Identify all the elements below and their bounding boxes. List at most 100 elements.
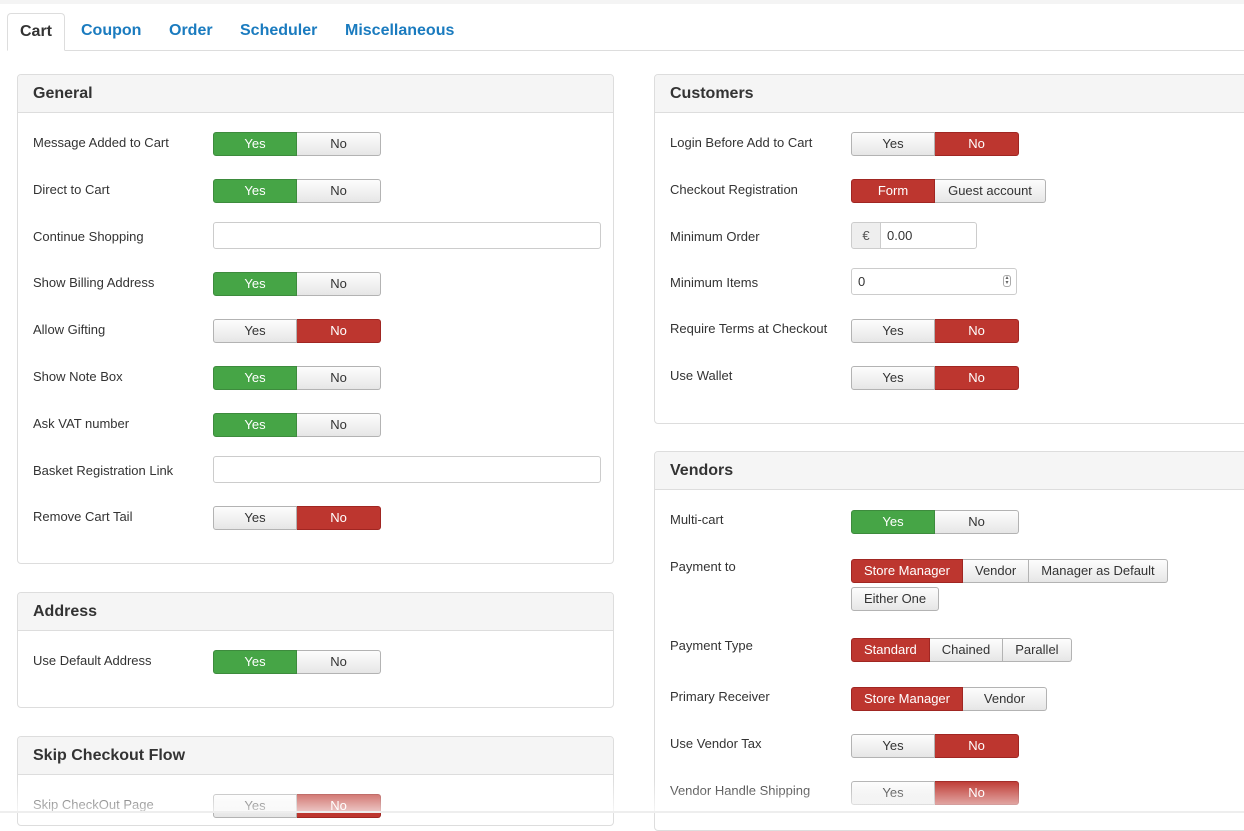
tab-coupon[interactable]: Coupon	[81, 13, 141, 50]
require-terms-no-button[interactable]: No	[935, 319, 1019, 343]
message-added-no-button[interactable]: No	[297, 132, 381, 156]
payment-type-parallel-button[interactable]: Parallel	[1003, 638, 1072, 662]
stepper-arrows-icon[interactable]: ▴ ▾	[1003, 275, 1011, 287]
minimum-order-input[interactable]	[880, 222, 977, 249]
skip-checkout-title: Skip Checkout Flow	[18, 737, 613, 775]
continue-shopping-label: Continue Shopping	[33, 229, 144, 244]
minimum-items-input[interactable]	[851, 268, 1017, 295]
show-note-box-no-button[interactable]: No	[297, 366, 381, 390]
payment-type-chained-button[interactable]: Chained	[929, 638, 1004, 662]
continue-shopping-input[interactable]	[213, 222, 601, 249]
ask-vat-yes-button[interactable]: Yes	[213, 413, 297, 437]
euro-currency-addon: €	[851, 222, 881, 249]
allow-gifting-label: Allow Gifting	[33, 322, 106, 337]
vendor-shipping-yes-button[interactable]: Yes	[851, 781, 935, 805]
multi-cart-label: Multi-cart	[670, 512, 724, 527]
remove-cart-tail-label: Remove Cart Tail	[33, 509, 133, 524]
use-default-address-toggle: Yes No	[213, 650, 381, 674]
payment-to-store-manager-button[interactable]: Store Manager	[851, 559, 963, 583]
use-default-address-no-button[interactable]: No	[297, 650, 381, 674]
payment-to-toggle: Store Manager Vendor Manager as Default	[851, 559, 1168, 583]
direct-to-cart-no-button[interactable]: No	[297, 179, 381, 203]
use-wallet-toggle: Yes No	[851, 366, 1019, 390]
allow-gifting-toggle: Yes No	[213, 319, 381, 343]
login-before-label: Login Before Add to Cart	[670, 135, 813, 150]
use-wallet-yes-button[interactable]: Yes	[851, 366, 935, 390]
customers-title: Customers	[655, 75, 1244, 113]
vendor-handle-shipping-label: Vendor Handle Shipping	[670, 783, 811, 798]
primary-receiver-toggle: Store Manager Vendor	[851, 687, 1047, 711]
show-billing-yes-button[interactable]: Yes	[213, 272, 297, 296]
vendors-title: Vendors	[655, 452, 1244, 490]
tab-cart[interactable]: Cart	[7, 13, 66, 51]
tab-miscellaneous[interactable]: Miscellaneous	[345, 13, 454, 50]
basket-reg-link-label: Basket Registration Link	[33, 463, 174, 478]
checkout-registration-label: Checkout Registration	[670, 182, 798, 197]
primary-receiver-store-manager-button[interactable]: Store Manager	[851, 687, 963, 711]
multi-cart-no-button[interactable]: No	[935, 510, 1019, 534]
address-panel: Address Use Default Address Yes No	[17, 592, 614, 708]
minimum-order-label: Minimum Order	[670, 229, 760, 244]
show-billing-label: Show Billing Address	[33, 275, 155, 290]
allow-gifting-yes-button[interactable]: Yes	[213, 319, 297, 343]
use-vendor-tax-label: Use Vendor Tax	[670, 736, 762, 751]
customers-panel: Customers Login Before Add to Cart Yes N…	[654, 74, 1244, 424]
login-before-toggle: Yes No	[851, 132, 1019, 156]
primary-receiver-vendor-button[interactable]: Vendor	[963, 687, 1047, 711]
use-default-address-yes-button[interactable]: Yes	[213, 650, 297, 674]
skip-checkout-page-toggle: Yes No	[213, 794, 381, 818]
skip-checkout-page-label: Skip CheckOut Page	[33, 797, 154, 812]
skip-checkout-no-button[interactable]: No	[297, 794, 381, 818]
use-wallet-no-button[interactable]: No	[935, 366, 1019, 390]
allow-gifting-no-button[interactable]: No	[297, 319, 381, 343]
show-note-box-toggle: Yes No	[213, 366, 381, 390]
use-vendor-tax-no-button[interactable]: No	[935, 734, 1019, 758]
ask-vat-no-button[interactable]: No	[297, 413, 381, 437]
remove-cart-tail-no-button[interactable]: No	[297, 506, 381, 530]
address-title: Address	[18, 593, 613, 631]
payment-type-standard-button[interactable]: Standard	[851, 638, 930, 662]
show-note-box-label: Show Note Box	[33, 369, 123, 384]
login-before-yes-button[interactable]: Yes	[851, 132, 935, 156]
require-terms-label: Require Terms at Checkout	[670, 321, 828, 336]
vendor-handle-shipping-toggle: Yes No	[851, 781, 1019, 805]
skip-checkout-yes-button[interactable]: Yes	[213, 794, 297, 818]
require-terms-toggle: Yes No	[851, 319, 1019, 343]
show-note-box-yes-button[interactable]: Yes	[213, 366, 297, 390]
tab-order[interactable]: Order	[169, 13, 213, 50]
general-title: General	[18, 75, 613, 113]
checkout-reg-form-button[interactable]: Form	[851, 179, 935, 203]
direct-to-cart-yes-button[interactable]: Yes	[213, 179, 297, 203]
tab-scheduler[interactable]: Scheduler	[240, 13, 317, 50]
payment-to-label: Payment to	[670, 559, 736, 574]
payment-to-vendor-button[interactable]: Vendor	[963, 559, 1030, 583]
multi-cart-yes-button[interactable]: Yes	[851, 510, 935, 534]
show-billing-no-button[interactable]: No	[297, 272, 381, 296]
direct-to-cart-label: Direct to Cart	[33, 182, 110, 197]
vendors-panel: Vendors Multi-cart Yes No Payment to Sto…	[654, 451, 1244, 831]
tab-bar: Cart Coupon Order Scheduler Miscellaneou…	[7, 13, 1244, 51]
message-added-yes-button[interactable]: Yes	[213, 132, 297, 156]
message-added-label: Message Added to Cart	[33, 135, 169, 150]
multi-cart-toggle: Yes No	[851, 510, 1019, 534]
payment-to-toggle-row2: Either One	[851, 587, 940, 611]
minimum-items-label: Minimum Items	[670, 275, 759, 290]
payment-to-either-one-button[interactable]: Either One	[851, 587, 940, 611]
show-billing-toggle: Yes No	[213, 272, 381, 296]
direct-to-cart-toggle: Yes No	[213, 179, 381, 203]
use-vendor-tax-yes-button[interactable]: Yes	[851, 734, 935, 758]
require-terms-yes-button[interactable]: Yes	[851, 319, 935, 343]
general-panel: General Message Added to Cart Yes No Dir…	[17, 74, 614, 564]
ask-vat-label: Ask VAT number	[33, 416, 130, 431]
basket-reg-link-input[interactable]	[213, 456, 601, 483]
checkout-reg-guest-button[interactable]: Guest account	[935, 179, 1046, 203]
login-before-no-button[interactable]: No	[935, 132, 1019, 156]
payment-type-label: Payment Type	[670, 638, 753, 653]
use-wallet-label: Use Wallet	[670, 368, 733, 383]
checkout-registration-toggle: Form Guest account	[851, 179, 1046, 203]
use-vendor-tax-toggle: Yes No	[851, 734, 1019, 758]
vendor-shipping-no-button[interactable]: No	[935, 781, 1019, 805]
use-default-address-label: Use Default Address	[33, 653, 152, 668]
payment-to-manager-default-button[interactable]: Manager as Default	[1029, 559, 1168, 583]
remove-cart-tail-yes-button[interactable]: Yes	[213, 506, 297, 530]
